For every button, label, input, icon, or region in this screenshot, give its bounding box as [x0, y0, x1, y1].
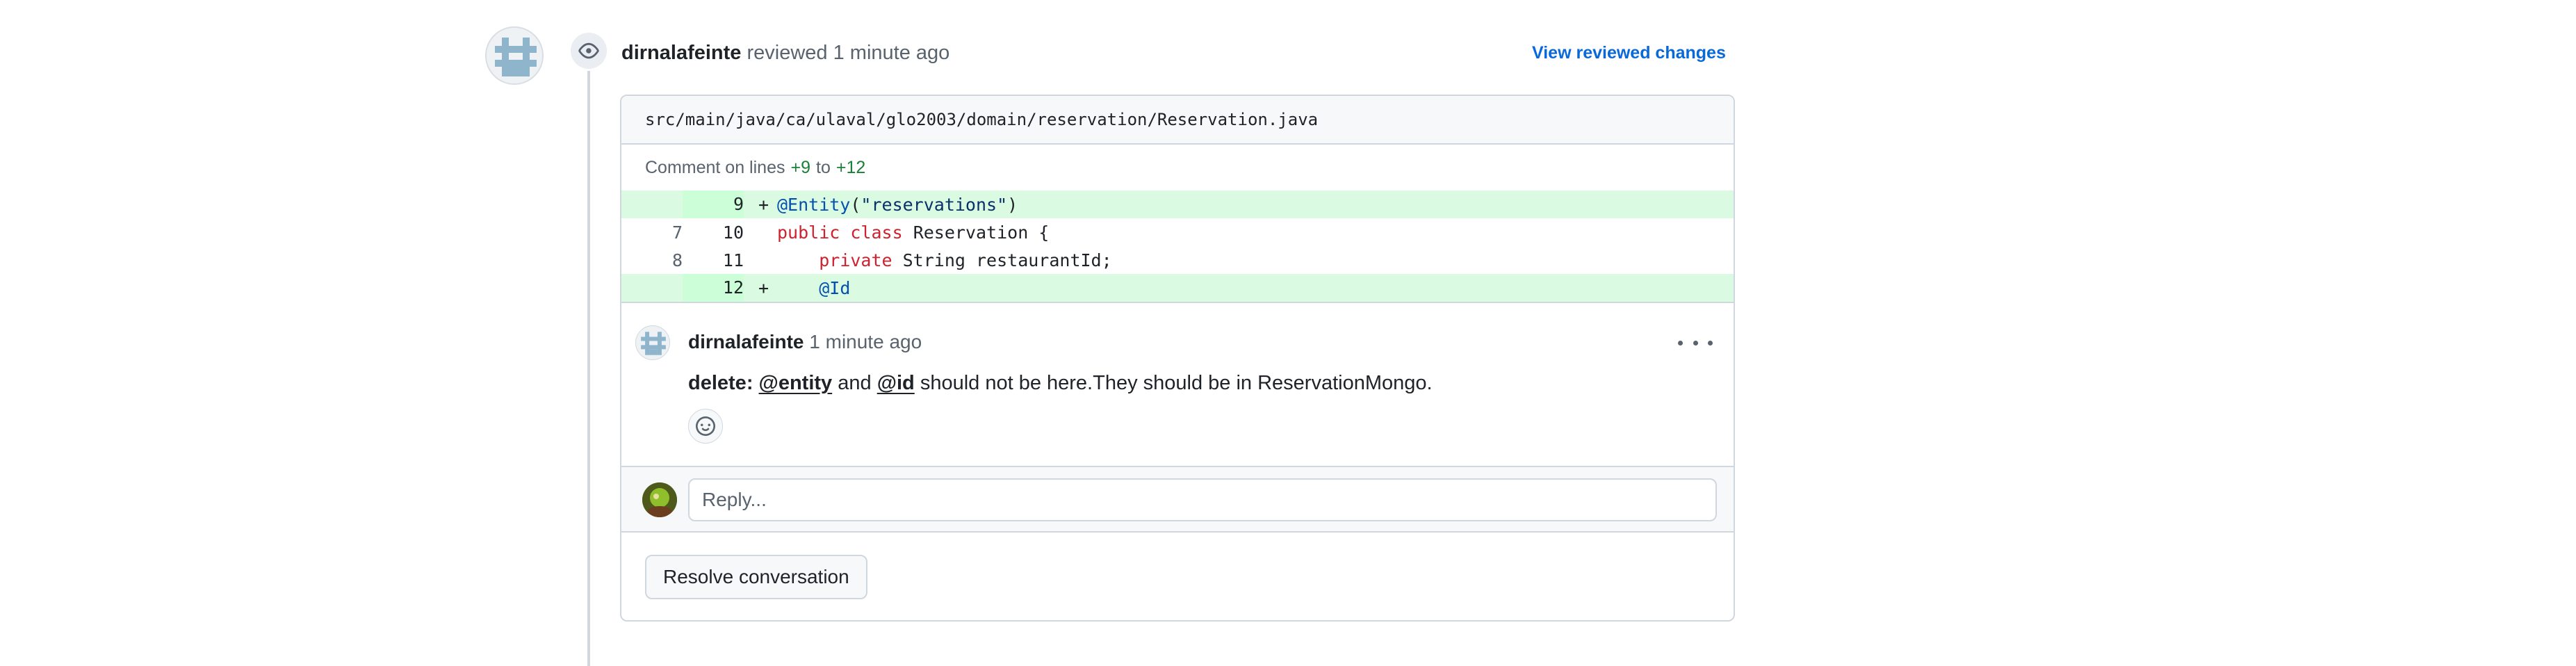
resolve-conversation-button[interactable]: Resolve conversation: [645, 555, 867, 599]
comment-body: delete: @entity and @id should not be he…: [688, 368, 1433, 398]
code-line: public class Reservation {: [777, 222, 1050, 243]
comment-lines-info: Comment on lines +9 to +12: [621, 145, 1734, 190]
reply-area: [621, 466, 1734, 533]
review-author[interactable]: dirnalafeinte: [621, 42, 741, 64]
comment-prefix: delete:: [688, 372, 753, 394]
current-user-avatar: [642, 482, 677, 517]
new-line-number: 9: [683, 190, 744, 218]
review-action: reviewed: [747, 42, 828, 64]
reviewer-avatar[interactable]: [485, 26, 544, 85]
diff-sign: +: [758, 277, 769, 298]
review-comment: dirnalafeinte 1 minute ago delete: @enti…: [621, 302, 1734, 466]
comment-and: and: [838, 372, 872, 394]
smiley-icon[interactable]: [688, 409, 723, 444]
code-line: private String restaurantId;: [819, 250, 1112, 270]
reply-input[interactable]: [688, 478, 1717, 521]
comment-lines-prefix: Comment on lines: [645, 157, 785, 177]
diff-table: 9 + @Entity("reservations") 7 10 public …: [621, 190, 1734, 302]
code-line: @Entity("reservations"): [777, 194, 1018, 215]
old-line-number: 8: [671, 250, 683, 270]
comment-author[interactable]: dirnalafeinte: [688, 331, 804, 352]
comment-rest: should not be here.They should be in Res…: [920, 372, 1433, 394]
kebab-horizontal-icon[interactable]: [1678, 332, 1713, 353]
line-start: +9: [790, 157, 810, 177]
mention-entity[interactable]: @entity: [759, 372, 833, 394]
comment-time[interactable]: 1 minute ago: [809, 331, 922, 352]
comment-author-avatar[interactable]: [635, 325, 670, 360]
diff-row: 9 + @Entity("reservations"): [621, 190, 1734, 218]
eye-icon: [569, 31, 609, 71]
diff-sign: +: [758, 194, 769, 215]
identicon-avatar: [487, 28, 542, 83]
diff-row: 8 11 private String restaurantId;: [621, 246, 1734, 274]
view-reviewed-changes-link[interactable]: View reviewed changes: [1532, 40, 1726, 65]
review-time[interactable]: 1 minute ago: [833, 42, 950, 64]
new-line-number: 12: [683, 274, 744, 302]
file-path-header: src/main/java/ca/ulaval/glo2003/domain/r…: [621, 96, 1734, 145]
old-line-number: 7: [671, 222, 683, 243]
new-line-number: 10: [722, 222, 744, 243]
timeline-line: [587, 67, 590, 666]
diff-row: 12 + @Id: [621, 274, 1734, 302]
line-to: to: [816, 157, 831, 177]
line-end: +12: [835, 157, 866, 177]
new-line-number: 11: [722, 250, 744, 270]
review-comment-box: src/main/java/ca/ulaval/glo2003/domain/r…: [620, 95, 1735, 622]
mention-id[interactable]: @id: [877, 372, 915, 394]
comment-meta: dirnalafeinte 1 minute ago: [688, 328, 922, 356]
code-line: @Id: [819, 277, 851, 298]
resolve-row: Resolve conversation: [621, 533, 1734, 620]
diff-row: 7 10 public class Reservation {: [621, 218, 1734, 246]
identicon-avatar: [636, 326, 669, 359]
review-thread: dirnalafeinte reviewed 1 minute ago View…: [0, 0, 2576, 666]
file-path[interactable]: src/main/java/ca/ulaval/glo2003/domain/r…: [645, 110, 1318, 129]
